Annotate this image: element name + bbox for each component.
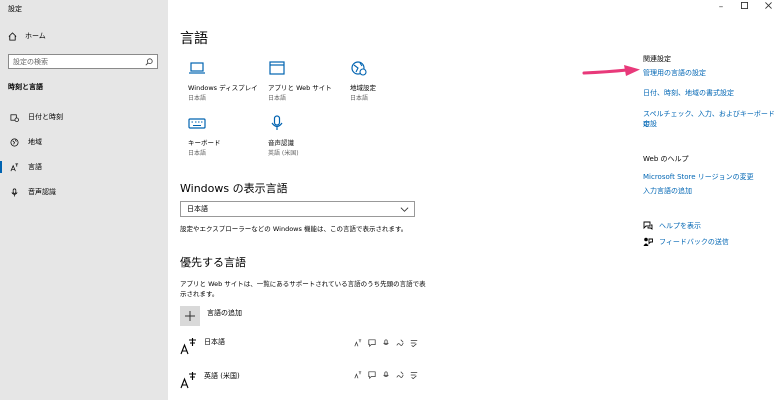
language-features-english (354, 371, 418, 379)
sidebar-item-label: 地域 (28, 138, 42, 146)
display-language-dropdown[interactable]: 日本語 (180, 201, 415, 217)
send-feedback-label: フィードバックの送信 (659, 238, 729, 246)
help-chat-icon (643, 221, 653, 230)
tile-label: キーボード (188, 139, 221, 147)
preferred-languages-title: 優先する言語 (180, 256, 246, 269)
sidebar-item-language[interactable]: 言語 (0, 159, 168, 175)
tile-label: 音声認識 (268, 139, 294, 147)
language-icon (8, 163, 20, 172)
tile-label: Windows ディスプレイ (188, 84, 258, 92)
chevron-down-icon (400, 207, 409, 212)
window-icon (269, 61, 285, 75)
close-button[interactable] (761, 2, 775, 12)
send-feedback-link[interactable]: フィードバックの送信 (643, 237, 729, 247)
language-name: 日本語 (204, 338, 225, 346)
microphone-icon (383, 371, 389, 377)
dropdown-value: 日本語 (187, 205, 208, 213)
language-features-japanese (354, 339, 418, 347)
window-title: 設定 (8, 5, 22, 13)
home-nav[interactable]: ホーム (8, 31, 46, 41)
spelling-icon (410, 372, 418, 379)
spelling-typing-keyboard-link-cont[interactable]: 定 (643, 119, 650, 129)
add-input-language-link[interactable]: 入力言語の追加 (643, 186, 692, 196)
plus-icon (185, 311, 195, 321)
language-row-japanese[interactable]: 日本語 (180, 337, 225, 355)
globe-clock-icon (351, 61, 367, 76)
preferred-desc-line-1: アプリと Web サイトは、一覧にあるサポートされている言語のうち先頭の言語で表 (180, 280, 426, 288)
microphone-icon (8, 188, 20, 197)
language-icon (180, 338, 196, 355)
sidebar-item-date-time[interactable]: 日付と時刻 (0, 109, 168, 125)
sidebar-item-region[interactable]: 地域 (0, 134, 168, 150)
tile-apps-websites[interactable]: アプリと Web サイト 日本語 (268, 60, 338, 102)
store-region-change-link[interactable]: Microsoft Store リージョンの変更 (643, 172, 754, 182)
language-icon (180, 372, 196, 389)
home-label: ホーム (25, 32, 46, 40)
page-title: 言語 (180, 31, 208, 47)
sidebar-section-title: 時刻と言語 (8, 83, 43, 91)
calendar-clock-icon (8, 113, 20, 122)
sidebar-item-speech[interactable]: 音声認識 (0, 184, 168, 200)
related-settings-title: 関連設定 (643, 55, 671, 63)
maximize-icon (740, 2, 748, 9)
home-icon (8, 31, 17, 41)
get-help-link[interactable]: ヘルプを表示 (643, 221, 701, 231)
display-language-title: Windows の表示言語 (180, 182, 288, 195)
close-icon (764, 2, 772, 9)
web-help-title: Web のヘルプ (643, 155, 689, 163)
sidebar-item-label: 日付と時刻 (28, 113, 63, 121)
microphone-icon (271, 115, 283, 130)
spelling-typing-keyboard-link[interactable]: スペルチェック、入力、およびキーボードの設 (643, 109, 781, 129)
language-pack-icon (354, 339, 362, 347)
sidebar-item-label: 言語 (28, 163, 42, 171)
microphone-icon (383, 339, 389, 345)
get-help-label: ヘルプを表示 (659, 222, 701, 230)
feedback-icon (643, 237, 653, 246)
keyboard-icon (188, 118, 206, 129)
tile-sub: 日本語 (268, 95, 287, 102)
handwriting-icon (396, 339, 404, 346)
language-name: 英語 (米国) (204, 372, 240, 380)
tile-region-settings[interactable]: 地域設定 日本語 (350, 60, 420, 102)
tile-keyboard[interactable]: キーボード 日本語 (188, 115, 258, 157)
add-language-label[interactable]: 言語の追加 (207, 308, 242, 318)
language-row-english-us[interactable]: 英語 (米国) (180, 371, 240, 389)
display-language-desc: 設定やエクスプローラーなどの Windows 機能は、この言語で表示されます。 (180, 225, 408, 233)
maximize-button[interactable] (737, 2, 751, 12)
tile-sub: 日本語 (188, 95, 207, 102)
language-pack-icon (354, 371, 362, 379)
tile-label: アプリと Web サイト (268, 84, 332, 92)
preferred-desc-line-2: 示されます。 (180, 290, 219, 298)
speech-bubble-icon (368, 339, 376, 347)
tile-windows-display[interactable]: Windows ディスプレイ 日本語 (188, 60, 258, 102)
globe-icon (8, 138, 20, 147)
search-icon (145, 58, 153, 66)
search-placeholder: 設定の検索 (13, 57, 48, 66)
admin-language-settings-link[interactable]: 管理用の言語の設定 (643, 68, 706, 78)
date-time-region-format-link[interactable]: 日付、時刻、地域の書式設定 (643, 88, 734, 98)
tile-speech[interactable]: 音声認識 英語 (米国) (268, 115, 338, 157)
spelling-icon (410, 340, 418, 347)
add-language-button[interactable] (180, 306, 200, 326)
sidebar-item-label: 音声認識 (28, 188, 56, 196)
laptop-icon (189, 62, 205, 74)
speech-bubble-icon (368, 371, 376, 379)
tile-sub: 日本語 (350, 95, 369, 102)
tile-sub: 日本語 (188, 150, 207, 157)
tile-sub: 英語 (米国) (268, 150, 299, 157)
tile-label: 地域設定 (350, 84, 376, 92)
search-input[interactable]: 設定の検索 (8, 54, 158, 69)
minimize-button[interactable]: – (714, 2, 728, 12)
pink-arrow-annotation (582, 65, 640, 76)
handwriting-icon (396, 371, 404, 378)
